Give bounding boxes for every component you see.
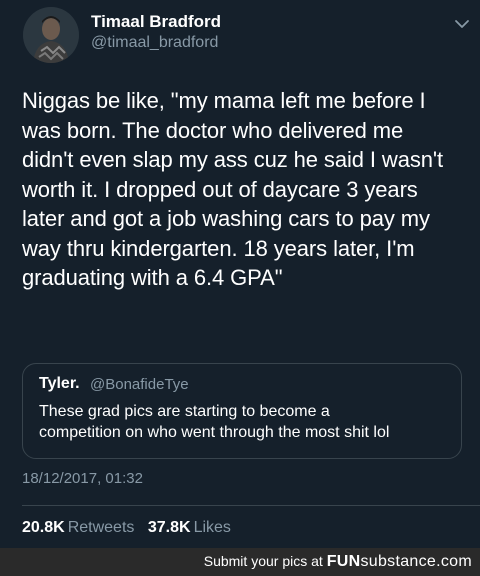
tweet-text: Niggas be like, "my mama left me before … [22, 88, 443, 290]
author-handle[interactable]: @timaal_bradford [91, 34, 218, 52]
quoted-tweet[interactable]: Tyler. @BonafideTye These grad pics are … [22, 363, 462, 459]
brand-sub: substance [360, 553, 437, 570]
engagement-stats: 20.8K Retweets 37.8K Likes [22, 519, 240, 537]
avatar-image [23, 7, 79, 63]
brand-tld: .com [436, 553, 472, 570]
brand-fun: FUN [326, 553, 361, 570]
quoted-author-handle: @BonafideTye [90, 376, 189, 393]
divider [22, 505, 480, 506]
watermark-text: Submit your pics at [203, 553, 323, 569]
likes-label: Likes [193, 519, 231, 536]
tweet-timestamp[interactable]: 18/12/2017, 01:32 [22, 470, 143, 487]
watermark: Submit your pics at FUNsubstance.com [204, 553, 472, 571]
watermark-brand: FUNsubstance.com [327, 553, 472, 570]
quoted-tweet-text: These grad pics are starting to become a… [39, 403, 390, 441]
author-name[interactable]: Timaal Bradford [91, 12, 221, 32]
avatar[interactable] [23, 7, 79, 63]
retweets-count: 20.8K [22, 519, 65, 536]
likes-stat[interactable]: 37.8K Likes [148, 519, 231, 536]
quoted-author-name: Tyler. [39, 375, 80, 392]
retweets-label: Retweets [67, 519, 135, 536]
watermark-footer: Submit your pics at FUNsubstance.com [0, 548, 480, 576]
chevron-down-icon[interactable] [452, 14, 472, 34]
retweets-stat[interactable]: 20.8K Retweets [22, 519, 134, 536]
likes-count: 37.8K [147, 519, 191, 536]
tweet-card: Timaal Bradford @timaal_bradford Niggas … [0, 0, 480, 548]
